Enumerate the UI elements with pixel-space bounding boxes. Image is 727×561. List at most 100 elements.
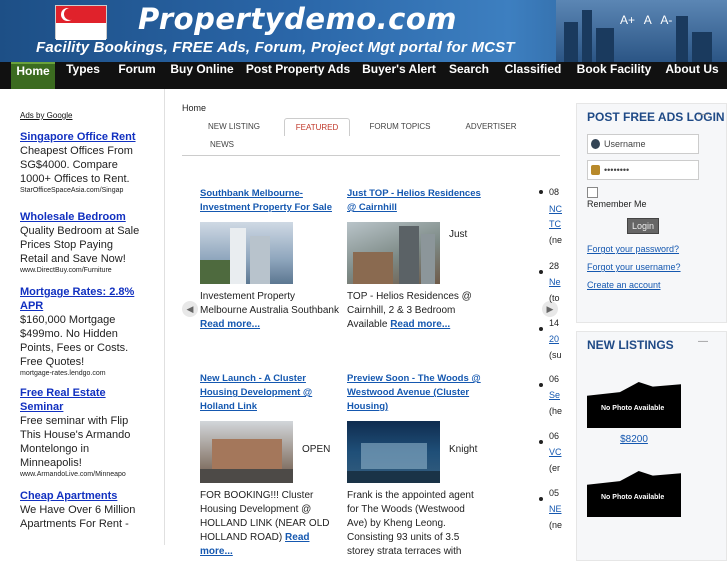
featured-card: Southbank Melbourne- Investment Property… [200,187,340,332]
card-description: TOP - Helios Residences @ Cairnhill, 2 &… [347,291,472,330]
site-title[interactable]: Propertydemo.com [138,2,457,36]
card-description: FOR BOOKING!!! Cluster Housing Developme… [200,490,330,557]
font-reset-button[interactable]: A [644,13,652,27]
ad-title[interactable]: Free Real Estate Seminar [20,386,142,414]
tab-news[interactable]: NEWS [204,136,240,154]
card-caption: Knight [449,444,478,455]
main-content: Home NEW LISTING FEATURED FORUM TOPICS A… [182,103,560,557]
ad-title[interactable]: Wholesale Bedroom [20,210,142,224]
collapse-icon[interactable]: — [698,336,708,347]
card-title[interactable]: New Launch - A Cluster Housing Developme… [200,372,340,414]
site-banner: Propertydemo.com Facility Bookings, FREE… [0,0,727,62]
card-title[interactable]: Preview Soon - The Woods @ Westwood Aven… [347,372,487,414]
ads-header[interactable]: Ads by Google [20,111,142,120]
ad-item: Singapore Office Rent Cheapest Offices F… [20,130,142,196]
nav-types[interactable]: Types [60,62,106,89]
ticker-item: 28 Ne (to [538,261,561,321]
password-field[interactable]: •••••••• [587,160,699,180]
card-title[interactable]: Southbank Melbourne- Investment Property… [200,187,340,215]
card-description: Investement Property Melbourne Australia… [200,291,339,330]
news-ticker: 08 NC TC (ne 28 Ne (to 14 20 (su 06 Se (… [538,184,562,541]
ad-body: Free seminar with Flip This House's Arma… [20,415,131,469]
collapse-icon[interactable]: — [698,109,708,120]
login-button[interactable]: Login [627,218,660,235]
remember-checkbox[interactable] [587,187,598,199]
ad-body: Cheapest Offices From SG$4000. Compare 1… [20,145,133,185]
nav-buyers-alert[interactable]: Buyer's Alert [360,62,438,89]
featured-card: New Launch - A Cluster Housing Developme… [200,372,340,559]
google-ads: Ads by Google Singapore Office Rent Chea… [20,111,142,538]
no-photo-image[interactable]: No Photo Available [587,382,681,428]
featured-card: Just TOP - Helios Residences @ Cairnhill… [347,187,487,332]
ad-title[interactable]: Cheap Apartments [20,489,142,503]
tab-new-listing[interactable]: NEW LISTING [204,118,264,136]
featured-card: Preview Soon - The Woods @ Westwood Aven… [347,372,487,559]
ticker-item: 06 Se (he [538,374,562,434]
ad-item: Free Real Estate Seminar Free seminar wi… [20,386,142,480]
ad-item: Cheap Apartments We Have Over 6 Million … [20,489,142,531]
ad-url[interactable]: www.ArmandoLive.com/Minneapo [20,470,142,480]
property-photo[interactable] [347,421,440,483]
create-account-link[interactable]: Create an account [587,276,726,294]
nav-classified[interactable]: Classified [502,62,564,89]
key-icon [591,165,600,175]
property-photo[interactable] [200,222,293,284]
listing-item[interactable]: No Photo Available $8200 [587,382,726,445]
column-divider [164,89,165,545]
ad-body: Quality Bedroom at Sale Prices Stop Payi… [20,225,140,265]
ad-title[interactable]: Mortgage Rates: 2.8% APR [20,285,142,313]
read-more-link[interactable]: Read more... [390,319,450,330]
slider-prev-arrow-icon[interactable]: ◀ [182,301,198,317]
new-listings-module: NEW LISTINGS — No Photo Available $8200 … [576,331,727,561]
site-tagline: Facility Bookings, FREE Ads, Forum, Proj… [36,39,515,56]
card-caption: Just [449,229,468,240]
card-description: Frank is the appointed agent for The Woo… [347,490,474,557]
singapore-flag-icon [55,5,107,40]
ad-url[interactable]: mortgage-rates.lendgo.com [20,369,142,379]
font-decrease-button[interactable]: A- [660,13,672,27]
right-sidebar: POST FREE ADS LOGIN Username •••••••• Re… [576,103,727,561]
no-photo-image[interactable]: No Photo Available [587,471,681,517]
ticker-item: 14 20 (su [538,318,562,377]
ticker-item: 05 NE (ne [538,488,562,541]
login-module: POST FREE ADS LOGIN Username •••••••• Re… [576,103,727,323]
main-nav: Home Types Forum Buy Online Post Propert… [0,62,727,89]
ad-body: $160,000 Mortgage $499mo. No Hidden Poin… [20,314,129,368]
ad-title[interactable]: Singapore Office Rent [20,130,142,144]
ad-url[interactable]: StarOfficeSpaceAsia.com/Singap [20,186,142,196]
tab-forum-topics[interactable]: FORUM TOPICS [368,118,432,136]
property-photo[interactable] [200,421,293,483]
card-caption: OPEN [302,444,331,455]
listing-price[interactable]: $8200 [587,434,681,445]
ticker-item: 08 NC TC (ne [538,184,562,264]
card-title[interactable]: Just TOP - Helios Residences @ Cairnhill [347,187,487,215]
tabs-divider [182,155,560,156]
nav-forum[interactable]: Forum [113,62,161,89]
city-skyline-image [556,0,727,62]
tab-featured[interactable]: FEATURED [284,118,350,136]
property-photo[interactable] [347,222,440,284]
nav-home[interactable]: Home [11,62,55,89]
forgot-password-link[interactable]: Forgot your password? [587,240,726,258]
forgot-username-link[interactable]: Forgot your username? [587,258,726,276]
ad-item: Wholesale Bedroom Quality Bedroom at Sal… [20,210,142,276]
font-size-controls: A+ A A- [620,13,678,27]
tab-advertiser[interactable]: ADVERTISER [460,118,522,136]
remember-me: Remember Me [587,186,726,210]
nav-post-property-ads[interactable]: Post Property Ads [245,62,351,89]
read-more-link[interactable]: Read more... [200,319,260,330]
ad-body: We Have Over 6 Million Apartments For Re… [20,504,136,530]
ad-item: Mortgage Rates: 2.8% APR $160,000 Mortga… [20,285,142,379]
user-icon [591,139,600,149]
breadcrumb[interactable]: Home [182,103,560,113]
ticker-item: 06 VC (er [538,431,562,491]
nav-search[interactable]: Search [446,62,492,89]
username-field[interactable]: Username [587,134,699,154]
nav-book-facility[interactable]: Book Facility [574,62,654,89]
font-increase-button[interactable]: A+ [620,13,635,27]
nav-about-us[interactable]: About Us [662,62,722,89]
listing-item[interactable]: No Photo Available [587,471,726,517]
ad-url[interactable]: www.DirectBuy.com/Furniture [20,266,142,276]
content-tabs: NEW LISTING FEATURED FORUM TOPICS ADVERT… [182,116,560,156]
nav-buy-online[interactable]: Buy Online [168,62,236,89]
